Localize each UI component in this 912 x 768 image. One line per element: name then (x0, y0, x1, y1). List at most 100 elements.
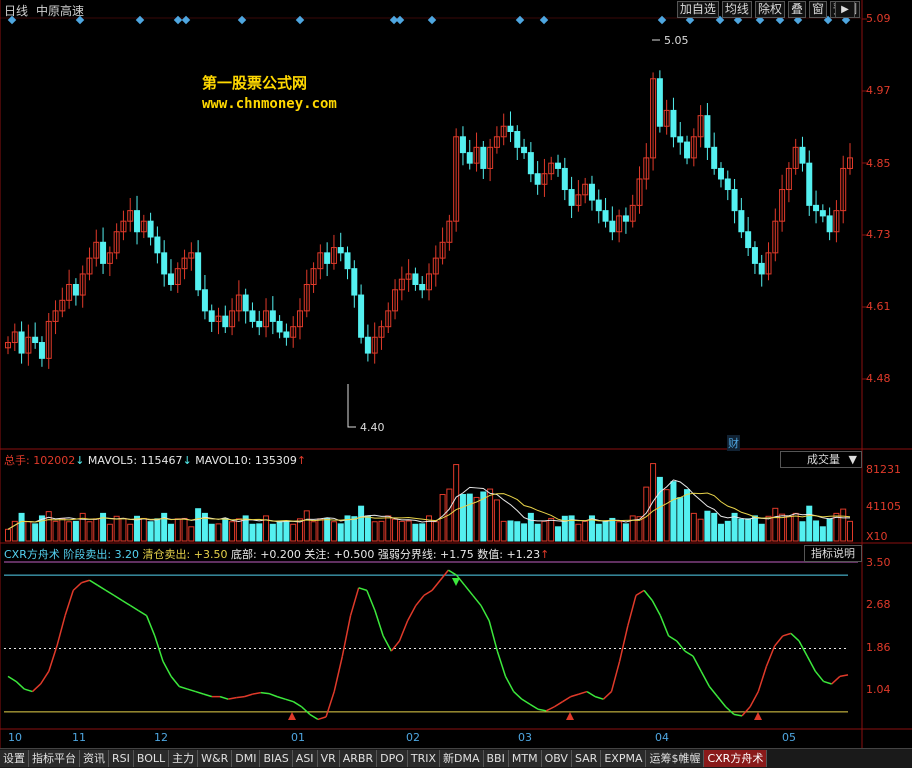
candle-body (161, 252, 168, 275)
finance-badge[interactable]: 财 (727, 435, 740, 451)
stock-name: 中原高速 (36, 4, 85, 18)
volume-bar (256, 523, 263, 542)
tab-4[interactable]: BOLL (133, 750, 170, 767)
volume-bar (405, 520, 412, 542)
indicator-segment (725, 706, 735, 715)
tab-10[interactable]: VR (317, 750, 340, 767)
candle-body (72, 283, 79, 296)
volume-series (5, 463, 853, 542)
indicator-help-button[interactable]: 指标说明 (804, 545, 862, 562)
volume-bar (602, 520, 609, 542)
volume-bar (269, 523, 276, 542)
x-axis-label: 02 (406, 731, 420, 744)
volume-bar (181, 517, 188, 542)
indicator-segment (708, 686, 719, 698)
toolbar-button[interactable]: 均线 (721, 1, 752, 18)
toolbar-button[interactable]: 窗 (808, 1, 827, 18)
indicator-segment (643, 589, 653, 601)
tab-3[interactable]: RSI (109, 750, 134, 767)
high-annotation: 5.05 (664, 34, 689, 47)
legend-value: 102002 (33, 454, 76, 467)
candle-body (344, 252, 351, 270)
indicator-segment (529, 703, 539, 710)
tab-0[interactable]: 设置 (0, 750, 29, 767)
volume-bar (5, 528, 11, 542)
tab-17[interactable]: OBV (541, 750, 572, 767)
indicator-segment (7, 675, 17, 683)
tab-14[interactable]: 新DMA (440, 750, 484, 767)
legend-label: MAVOL10: (195, 454, 255, 467)
volume-bar (113, 515, 120, 542)
tab-19[interactable]: EXPMA (601, 750, 647, 767)
legend-value: +0.200 (260, 548, 301, 561)
volume-bar (18, 512, 25, 542)
chart-canvas (0, 0, 912, 748)
volume-bar (724, 520, 731, 542)
volume-bar (140, 517, 147, 542)
volume-dropdown[interactable]: 成交量 ▼ (780, 451, 862, 468)
toolbar-button[interactable]: 叠 (787, 1, 806, 18)
volume-bar (419, 523, 426, 542)
tab-2[interactable]: 资讯 (80, 750, 109, 767)
candle-body (276, 320, 283, 333)
tab-20[interactable]: 运筹$帷幄 (646, 750, 705, 767)
tab-16[interactable]: MTM (508, 750, 542, 767)
tab-15[interactable]: BBI (483, 750, 509, 767)
volume-bar (371, 521, 378, 542)
volume-tick: X10 (866, 530, 888, 543)
tab-5[interactable]: 主力 (169, 750, 199, 767)
volume-bar (473, 496, 480, 542)
indicator-segment (504, 676, 515, 692)
chevron-down-icon: ▼ (848, 453, 857, 466)
candle-body (826, 215, 833, 233)
indicator-segment (203, 693, 213, 698)
tab-13[interactable]: TRIX (407, 750, 441, 767)
candle-body (684, 141, 691, 159)
indicator-segment (839, 674, 849, 678)
indicator-segment (562, 695, 572, 703)
candle-body (731, 189, 738, 212)
volume-bar (697, 518, 704, 542)
volume-bar (609, 517, 616, 542)
tab-9[interactable]: ASI (292, 750, 318, 767)
volume-bar (32, 523, 39, 542)
volume-bar (412, 523, 419, 542)
tab-18[interactable]: SAR (571, 750, 602, 767)
indicator-segment (276, 695, 286, 700)
volume-bar (806, 505, 813, 542)
play-icon[interactable]: ▶ (835, 1, 855, 18)
volume-bar (330, 521, 337, 542)
volume-bar (663, 489, 670, 542)
indicator-segment (366, 590, 376, 611)
candle-body (18, 331, 25, 354)
tab-11[interactable]: ARBR (339, 750, 378, 767)
legend-value: +1.75 (440, 548, 474, 561)
indicator-segment (684, 650, 694, 657)
tab-1[interactable]: 指标平台 (29, 750, 80, 767)
tab-7[interactable]: DMI (232, 750, 261, 767)
volume-bar (385, 515, 392, 542)
x-axis-label: 11 (72, 731, 86, 744)
indicator-segment (64, 590, 74, 616)
candle-body (412, 273, 419, 285)
legend-label: 底部: (227, 548, 261, 561)
volume-bar (235, 518, 242, 542)
indicator-segment (814, 670, 825, 682)
legend-value: 3.20 (114, 548, 140, 561)
candle-body (195, 252, 202, 291)
volume-bar (249, 523, 256, 542)
candle-body (745, 231, 752, 249)
candle-body (521, 146, 528, 154)
tab-12[interactable]: DPO (377, 750, 408, 767)
candle-body (813, 204, 820, 212)
toolbar-button[interactable]: 加自选 (676, 1, 719, 18)
tab-6[interactable]: W&R (198, 750, 233, 767)
indicator-segment (668, 635, 678, 642)
x-axis-label: 10 (8, 731, 22, 744)
toolbar-button[interactable]: 除权 (754, 1, 785, 18)
tab-8[interactable]: BIAS (260, 750, 293, 767)
volume-legend: 总手: 102002↓ MAVOL5: 115467↓ MAVOL10: 135… (4, 452, 306, 468)
tab-21[interactable]: CXR方舟术 (704, 750, 768, 767)
indicator-segment (431, 579, 441, 591)
indicator-segment (39, 670, 50, 685)
